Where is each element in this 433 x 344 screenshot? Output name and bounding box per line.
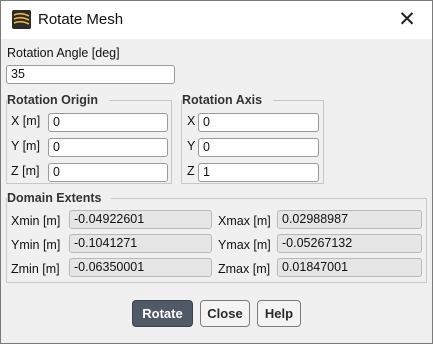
ymin-value: -0.1041271 <box>69 234 212 253</box>
rotation-angle-input[interactable]: 35 <box>6 65 175 84</box>
zmin-value: -0.06350001 <box>69 258 212 277</box>
axis-y-label: Y <box>187 139 196 153</box>
zmax-label: Zmax [m] <box>218 262 271 276</box>
title-bar: Rotate Mesh ✕ <box>1 1 432 39</box>
close-button[interactable]: Close <box>200 300 250 327</box>
ymin-label: Ymin [m] <box>11 238 61 252</box>
close-icon[interactable]: ✕ <box>396 9 418 31</box>
xmin-label: Xmin [m] <box>11 214 61 228</box>
origin-x-label: X [m] <box>11 114 41 128</box>
xmax-value: 0.02988987 <box>277 210 422 229</box>
origin-z-label: Z [m] <box>11 164 40 178</box>
axis-y-input[interactable]: 0 <box>198 138 319 157</box>
origin-z-input[interactable]: 0 <box>48 163 168 182</box>
rotation-angle-label: Rotation Angle [deg] <box>7 46 120 60</box>
axis-z-label: Z <box>187 164 195 178</box>
axis-z-input[interactable]: 1 <box>198 163 319 182</box>
zmin-label: Zmin [m] <box>11 262 60 276</box>
zmax-value: 0.01847001 <box>277 258 422 277</box>
xmin-value: -0.04922601 <box>69 210 212 229</box>
xmax-label: Xmax [m] <box>218 214 271 228</box>
dialog-title: Rotate Mesh <box>38 11 124 28</box>
origin-y-input[interactable]: 0 <box>48 138 168 157</box>
origin-x-input[interactable]: 0 <box>48 113 168 132</box>
ymax-label: Ymax [m] <box>218 238 271 252</box>
rotate-button[interactable]: Rotate <box>132 300 193 327</box>
app-logo-icon <box>12 10 31 29</box>
ymax-value: -0.05267132 <box>277 234 422 253</box>
help-button[interactable]: Help <box>257 300 301 327</box>
axis-x-input[interactable]: 0 <box>198 113 319 132</box>
axis-x-label: X <box>187 114 196 128</box>
origin-y-label: Y [m] <box>11 139 40 153</box>
rotate-mesh-dialog: Rotate Mesh ✕ Rotation Angle [deg] 35 Ro… <box>0 0 433 344</box>
